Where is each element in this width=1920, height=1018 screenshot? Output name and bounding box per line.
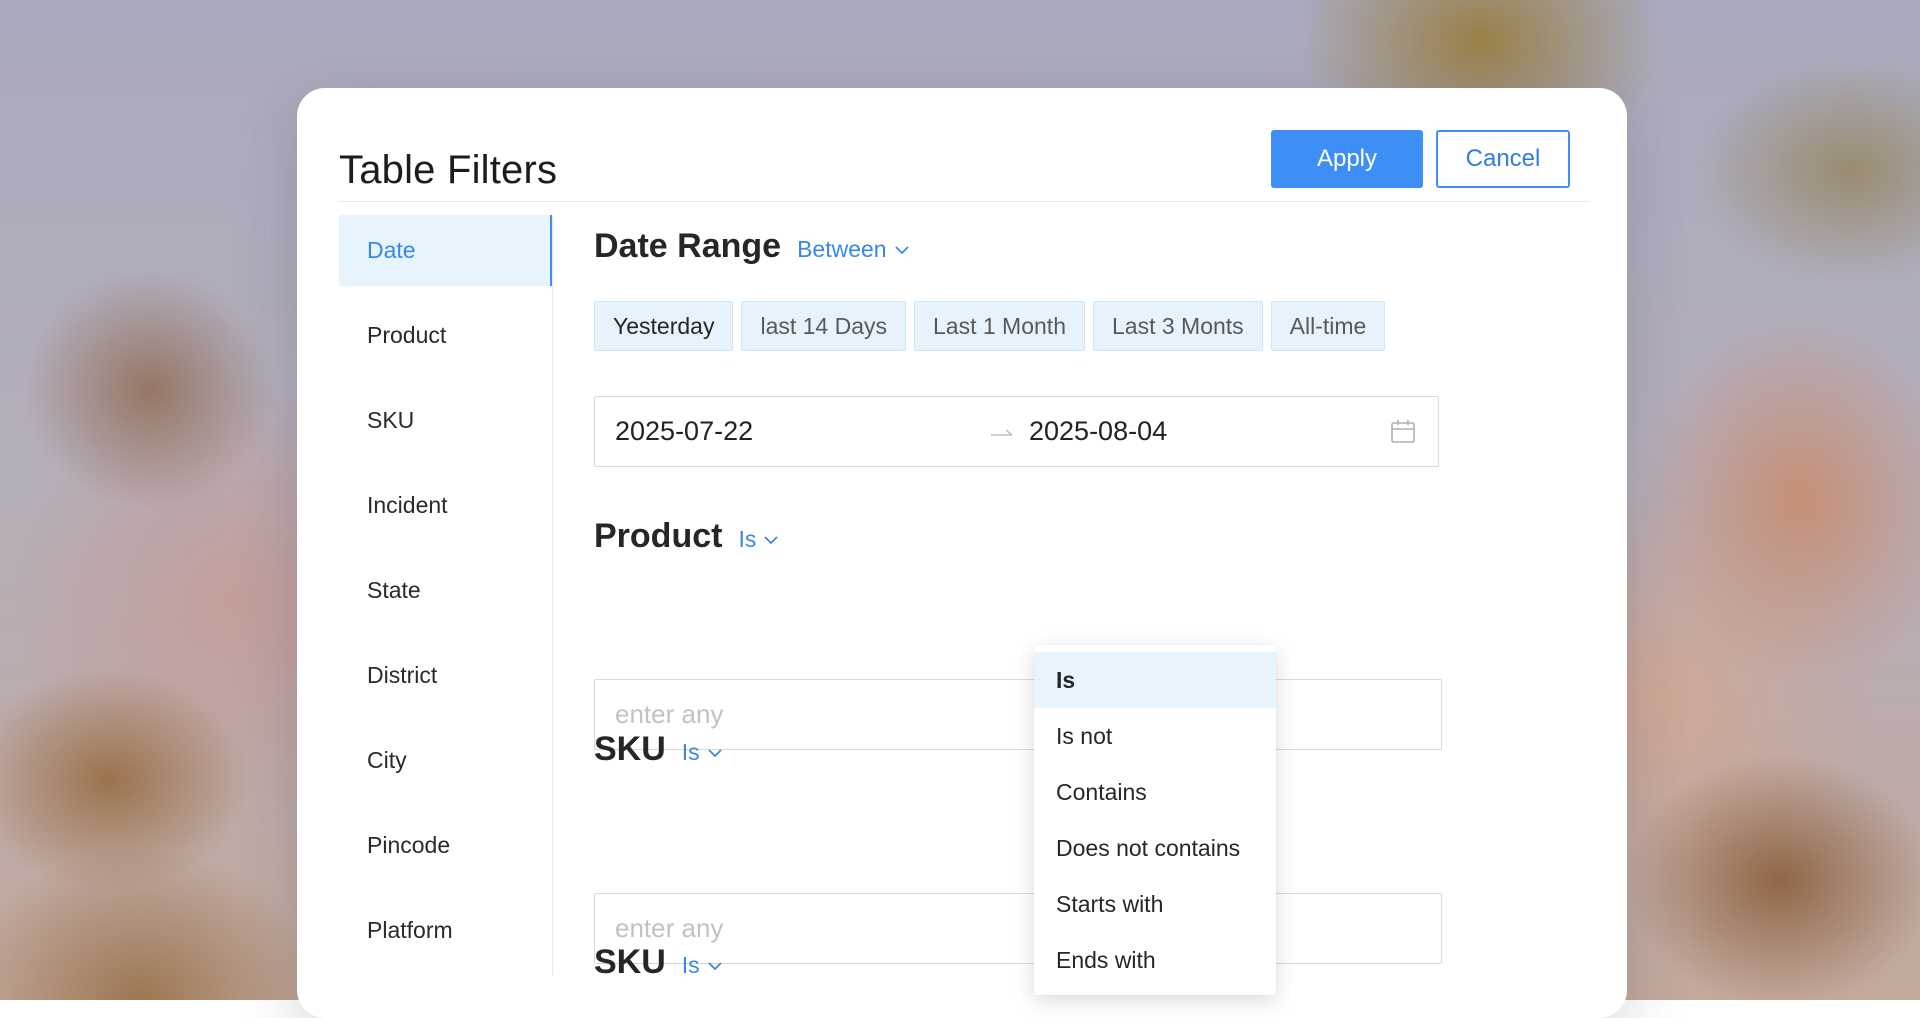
sidebar-item-incident[interactable]: Incident xyxy=(339,470,552,541)
calendar-icon[interactable] xyxy=(1390,419,1416,445)
sku-filter-header-2: SKU Is xyxy=(594,943,722,982)
dropdown-option-ends-with[interactable]: Ends with xyxy=(1034,932,1276,988)
chevron-down-icon xyxy=(708,748,722,757)
sidebar-item-pincode[interactable]: Pincode xyxy=(339,810,552,881)
sku-operator-select-2[interactable]: Is xyxy=(682,952,722,979)
chip-last-14-days[interactable]: last 14 Days xyxy=(741,301,907,351)
cancel-button[interactable]: Cancel xyxy=(1436,130,1570,188)
sidebar-item-product[interactable]: Product xyxy=(339,300,552,371)
chip-last-3-months[interactable]: Last 3 Monts xyxy=(1092,301,1263,351)
dropdown-option-contains[interactable]: Contains xyxy=(1034,764,1276,820)
sku-filter-header: SKU Is xyxy=(594,730,722,769)
quick-range-chips: Yesterday last 14 Days Last 1 Month Last… xyxy=(594,301,1393,351)
start-date-value[interactable]: 2025-07-22 xyxy=(615,416,753,447)
apply-button[interactable]: Apply xyxy=(1271,130,1423,188)
sku-operator-label: Is xyxy=(681,739,700,765)
sku-operator-select[interactable]: Is xyxy=(682,739,722,766)
date-operator-label: Between xyxy=(797,236,887,262)
table-filters-dialog: Table Filters Apply Cancel Date Product … xyxy=(297,88,1627,1018)
dialog-title: Table Filters xyxy=(339,148,558,192)
date-operator-select[interactable]: Between xyxy=(797,236,909,263)
sidebar-item-district[interactable]: District xyxy=(339,640,552,711)
dropdown-option-does-not-contain[interactable]: Does not contains xyxy=(1034,820,1276,876)
date-range-picker[interactable]: 2025-07-22 2025-08-04 xyxy=(594,396,1439,467)
sku-operator-label-2: Is xyxy=(681,952,700,978)
dialog-header: Table Filters Apply Cancel xyxy=(339,130,1589,202)
product-operator-label: Is xyxy=(738,526,757,552)
sku-filter-title-2: SKU xyxy=(594,943,666,981)
date-range-title: Date Range xyxy=(594,227,782,265)
arrow-right-icon xyxy=(991,429,1013,436)
sidebar-item-sku[interactable]: SKU xyxy=(339,385,552,456)
chip-all-time[interactable]: All-time xyxy=(1270,301,1386,351)
chevron-down-icon xyxy=(708,961,722,970)
end-date-value[interactable]: 2025-08-04 xyxy=(1029,416,1167,447)
product-filter-title: Product xyxy=(594,517,723,555)
product-operator-select[interactable]: Is xyxy=(738,526,778,553)
sku-filter-title: SKU xyxy=(594,730,666,768)
sidebar-item-state[interactable]: State xyxy=(339,555,552,626)
chip-yesterday[interactable]: Yesterday xyxy=(594,301,734,351)
dropdown-option-is-not[interactable]: Is not xyxy=(1034,708,1276,764)
sidebar-item-date[interactable]: Date xyxy=(339,215,552,286)
chip-last-1-month[interactable]: Last 1 Month xyxy=(914,301,1085,351)
operator-dropdown-menu: Is Is not Contains Does not contains Sta… xyxy=(1034,645,1276,995)
chevron-down-icon xyxy=(764,535,778,544)
chevron-down-icon xyxy=(894,245,909,254)
dropdown-option-is[interactable]: Is xyxy=(1034,652,1276,708)
filter-category-sidebar: Date Product SKU Incident State District… xyxy=(339,215,553,975)
dropdown-option-starts-with[interactable]: Starts with xyxy=(1034,876,1276,932)
product-filter-header: Product Is xyxy=(594,517,778,556)
sidebar-item-platform[interactable]: Platform xyxy=(339,895,552,966)
sidebar-item-city[interactable]: City xyxy=(339,725,552,796)
date-range-header: Date Range Between xyxy=(594,227,909,266)
